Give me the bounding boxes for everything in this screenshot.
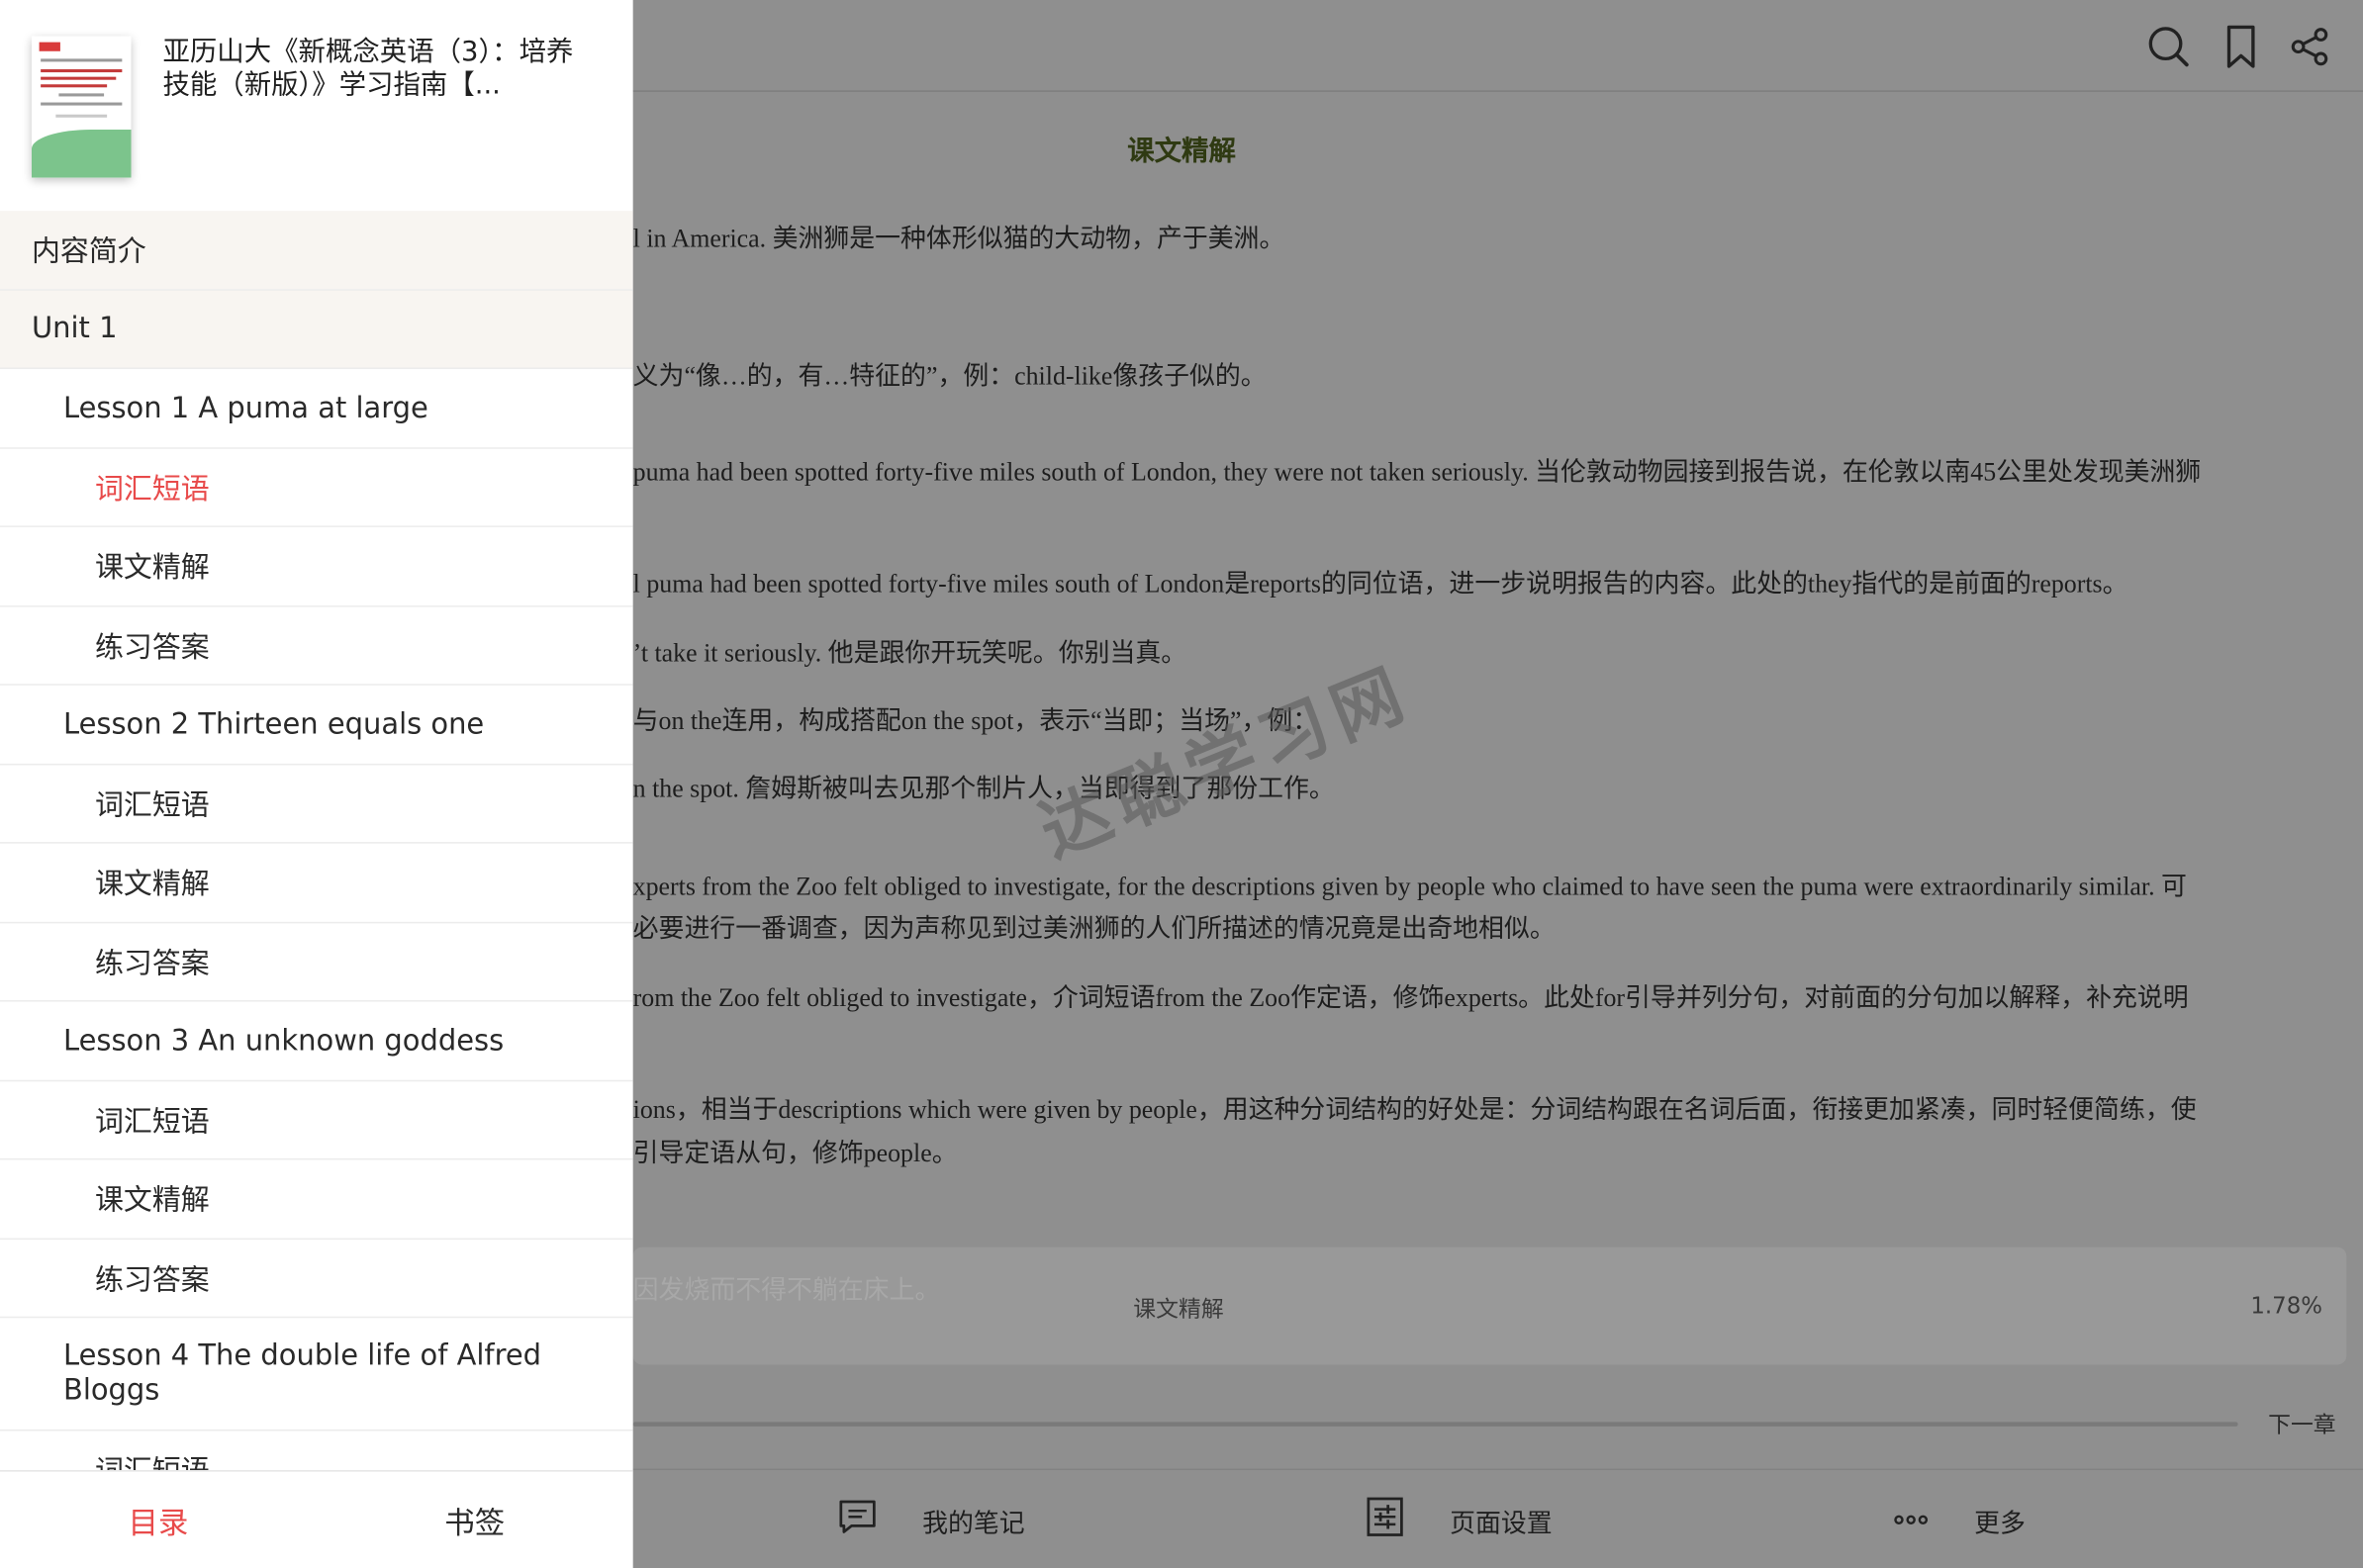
paragraph-line: 引导定语从句，修饰people。 [632, 1139, 958, 1168]
tab-contents[interactable]: 目录 [0, 1472, 317, 1568]
notes-button[interactable]: 我的笔记 [838, 1470, 1025, 1568]
paragraph-line: 必要进行一番调查，因为声称见到过美洲狮的人们所描述的情况竟是出奇地相似。 [632, 914, 1556, 944]
reading-info-card: 因发烧而不得不躺在床上。 课文精解 1.78% [632, 1246, 2347, 1365]
toc-list: 内容简介 Unit 1 Lesson 1 A puma at large 词汇短… [0, 211, 633, 1511]
more-button[interactable]: 更多 [1893, 1470, 2026, 1568]
current-chapter-label: 课文精解 [1133, 1295, 1224, 1323]
toc-item[interactable]: Lesson 3 An unknown goddess [0, 1002, 633, 1081]
toc-item[interactable]: 课文精解 [0, 1159, 633, 1240]
share-icon[interactable] [2285, 21, 2336, 72]
paragraph-line: rom the Zoo felt obliged to investigate，… [632, 983, 2189, 1013]
toc-item[interactable]: 内容简介 [0, 211, 633, 291]
paragraph-line: l in America. 美洲狮是一种体形似猫的大动物，产于美洲。 [632, 224, 1285, 253]
notes-label: 我的笔记 [922, 1508, 1025, 1539]
toc-item[interactable]: 课文精解 [0, 844, 633, 923]
toc-item[interactable]: 练习答案 [0, 606, 633, 686]
paragraph-line: l puma had been spotted forty-five miles… [632, 569, 2128, 599]
more-label: 更多 [1974, 1508, 2026, 1539]
settings-icon [1366, 1495, 1405, 1544]
toc-item[interactable]: 练习答案 [0, 923, 633, 1002]
toc-item[interactable]: Lesson 2 Thirteen equals one [0, 686, 633, 765]
paragraph-line: 义为“像…的，有…特征的”，例：child-like像孩子似的。 [632, 361, 1267, 391]
toc-item[interactable]: Lesson 1 A puma at large [0, 369, 633, 448]
toc-item[interactable]: 词汇短语 [0, 765, 633, 844]
toc-item[interactable]: 课文精解 [0, 527, 633, 606]
paragraph-line: ’t take it seriously. 他是跟你开玩笑呢。你别当真。 [632, 638, 1187, 668]
toc-item[interactable]: Unit 1 [0, 290, 633, 370]
paragraph-line: puma had been spotted forty-five miles s… [632, 457, 2202, 487]
toc-item[interactable]: 词汇短语 [0, 1080, 633, 1160]
watermark: 达聪学习网 [1028, 650, 1423, 874]
next-chapter-button[interactable]: 下一章 [2268, 1409, 2336, 1440]
reading-progress-slider[interactable] [632, 1422, 2238, 1427]
paragraph-line: ions，相当于descriptions which were given by… [632, 1094, 2197, 1124]
more-icon [1893, 1505, 1930, 1534]
page-settings-label: 页面设置 [1450, 1508, 1553, 1539]
faint-text: 因发烧而不得不躺在床上。 [632, 1275, 941, 1307]
tab-bookmarks[interactable]: 书签 [317, 1472, 633, 1568]
drawer-footer: 目录 书签 [0, 1470, 633, 1568]
toc-item-active[interactable]: 词汇短语 [0, 448, 633, 527]
search-icon[interactable] [2143, 21, 2195, 72]
reading-progress-percent: 1.78% [2250, 1292, 2322, 1320]
bookmark-icon[interactable] [2216, 21, 2267, 72]
book-title: 亚历山大《新概念英语（3）：培养技能（新版）》学习指南【... [162, 36, 574, 102]
paragraph-line: xperts from the Zoo felt obliged to inve… [632, 872, 2187, 901]
toc-item[interactable]: Lesson 4 The double life of Alfred Blogg… [0, 1318, 633, 1431]
toc-drawer: 亚历山大《新概念英语（3）：培养技能（新版）》学习指南【... 内容简介 Uni… [0, 0, 633, 1568]
reader-bottom-bar: 我的笔记 页面设置 更多 [632, 1468, 2363, 1568]
notes-icon [838, 1497, 878, 1543]
page-settings-button[interactable]: 页面设置 [1366, 1470, 1553, 1568]
book-cover[interactable] [31, 36, 132, 178]
toc-item[interactable]: 练习答案 [0, 1239, 633, 1319]
book-header: 亚历山大《新概念英语（3）：培养技能（新版）》学习指南【... [0, 0, 633, 211]
